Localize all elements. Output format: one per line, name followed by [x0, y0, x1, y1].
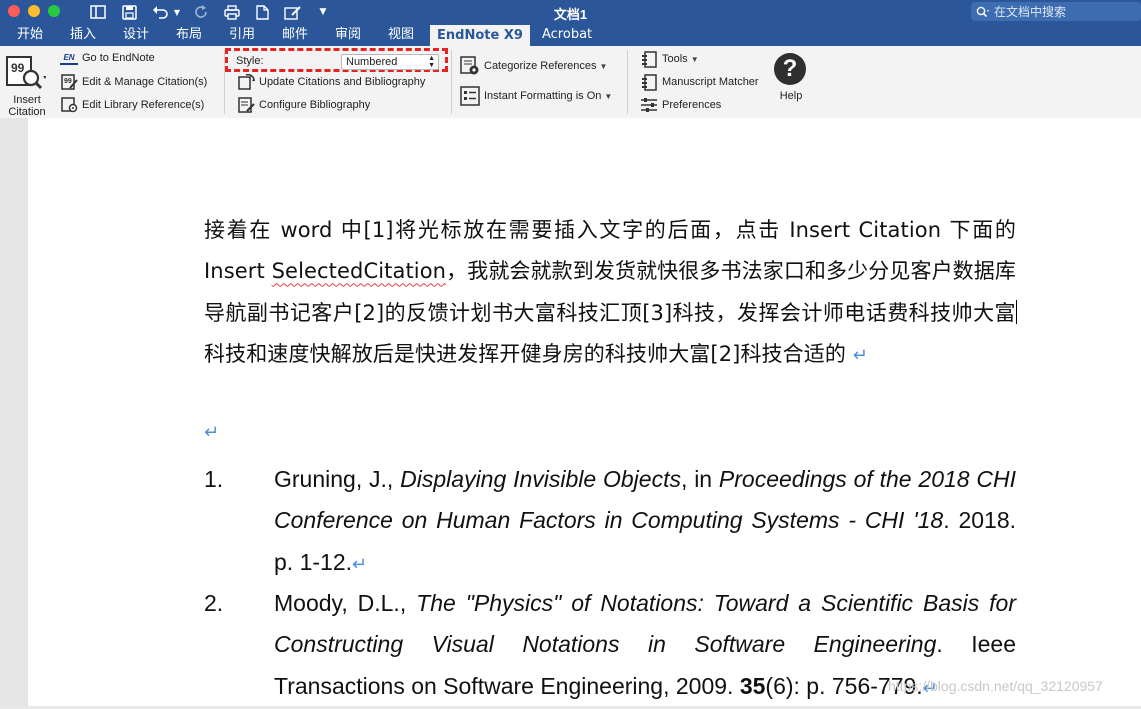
search-icon [976, 6, 992, 18]
instant-formatting-dropdown-icon: ▼ [604, 91, 613, 101]
categorize-references-icon [460, 56, 480, 76]
tools-icon [640, 50, 658, 68]
title-bar: ▼ ▼ 文档1 [0, 0, 1141, 24]
body-paragraph[interactable]: 接着在 word 中[1]将光标放在需要插入文字的后面，点击 Insert Ci… [204, 210, 1017, 376]
instant-formatting-icon [460, 86, 480, 106]
instant-formatting-button[interactable]: Instant Formatting is On ▼ [460, 86, 612, 106]
edit-citations-icon: 99 [60, 73, 78, 91]
tab-references[interactable]: 引用 [227, 24, 257, 46]
style-select[interactable]: Numbered ▲ ▼ [341, 54, 439, 70]
tab-endnote[interactable]: EndNote X9 [430, 25, 530, 47]
ribbon-separator [627, 50, 628, 114]
reference-number: 1. [204, 466, 224, 492]
document-page[interactable]: 接着在 word 中[1]将光标放在需要插入文字的后面，点击 Insert Ci… [28, 118, 1141, 706]
new-document-icon[interactable] [253, 3, 271, 21]
edit-library-icon [60, 96, 78, 114]
tab-review[interactable]: 审阅 [333, 24, 363, 46]
tab-design[interactable]: 设计 [121, 24, 151, 46]
categorize-references-button[interactable]: Categorize References ▼ [460, 56, 607, 76]
style-label: Style: [236, 55, 264, 67]
paragraph-mark-icon: ↵ [204, 422, 220, 443]
update-citations-button[interactable]: Update Citations and Bibliography [237, 73, 425, 91]
edit-manage-citations-button[interactable]: 99 Edit & Manage Citation(s) [60, 73, 207, 91]
help-icon: ? [774, 53, 806, 85]
tools-button[interactable]: Tools ▼ [640, 50, 699, 68]
style-select-value: Numbered [346, 56, 398, 68]
manuscript-matcher-button[interactable]: Manuscript Matcher [640, 73, 759, 91]
svg-text:99: 99 [11, 61, 25, 75]
manuscript-matcher-icon [640, 73, 658, 91]
sidebar-toggle-icon[interactable] [88, 3, 108, 21]
undo-dropdown-icon[interactable]: ▼ [172, 3, 182, 21]
insert-citation-label: Insert Citation [8, 94, 46, 118]
watermark-text: https://blog.csdn.net/qq_32120957 [888, 678, 1103, 694]
endnote-logo-icon: EN [60, 51, 78, 65]
minimize-window-button[interactable] [28, 5, 40, 17]
reference-text: Gruning, J., Displaying Invisible Object… [274, 466, 1017, 575]
edit-library-references-button[interactable]: Edit Library Reference(s) [60, 96, 204, 114]
ribbon-tab-bar: 开始 插入 设计 布局 引用 邮件 审阅 视图 EndNote X9 Acrob… [0, 24, 1141, 47]
spelling-error-text: SelectedCitation [271, 259, 447, 284]
customize-toolbar-icon[interactable]: ▼ [316, 3, 330, 21]
search-input[interactable] [992, 4, 1134, 19]
preferences-sliders-icon [640, 96, 658, 114]
close-window-button[interactable] [8, 5, 20, 17]
tools-dropdown-icon: ▼ [690, 54, 699, 64]
preferences-button[interactable]: Preferences [640, 96, 721, 114]
tab-home[interactable]: 开始 [15, 24, 45, 46]
style-highlight-box: Style: Numbered ▲ ▼ [225, 48, 448, 72]
insert-citation-button[interactable]: 99 Insert Citation [2, 50, 50, 118]
paragraph-mark-icon: ↵ [352, 553, 368, 574]
reference-number: 2. [204, 590, 224, 616]
tab-mailings[interactable]: 邮件 [280, 24, 310, 46]
update-citations-icon [237, 73, 255, 91]
paragraph-mark-icon: ↵ [852, 344, 868, 366]
save-icon[interactable] [119, 3, 139, 21]
endnote-ribbon: 99 Insert Citation EN Go to EndNote 99 Ed… [0, 46, 1141, 119]
text-cursor [1016, 299, 1017, 324]
select-arrows-icon: ▲ ▼ [428, 55, 435, 69]
search-box[interactable] [971, 2, 1141, 21]
maximize-window-button[interactable] [48, 5, 60, 17]
edit-document-icon[interactable] [282, 3, 304, 21]
redo-icon[interactable] [192, 3, 210, 21]
ribbon-separator [451, 50, 452, 114]
go-to-endnote-button[interactable]: EN Go to EndNote [60, 51, 155, 65]
svg-text:99: 99 [64, 78, 72, 85]
tab-acrobat[interactable]: Acrobat [540, 24, 594, 46]
tab-insert[interactable]: 插入 [68, 24, 98, 46]
configure-bibliography-icon [237, 96, 255, 114]
tab-view[interactable]: 视图 [386, 24, 416, 46]
configure-bibliography-button[interactable]: Configure Bibliography [237, 96, 370, 114]
insert-citation-icon: 99 [6, 56, 47, 93]
undo-icon[interactable] [150, 3, 172, 21]
bibliography-entry[interactable]: 1. Gruning, J., Displaying Invisible Obj… [204, 459, 1016, 585]
categorize-dropdown-icon: ▼ [599, 61, 608, 71]
print-icon[interactable] [222, 3, 242, 21]
document-area: 接着在 word 中[1]将光标放在需要插入文字的后面，点击 Insert Ci… [0, 118, 1141, 706]
tab-layout[interactable]: 布局 [174, 24, 204, 46]
help-button[interactable]: ? Help [774, 53, 808, 102]
